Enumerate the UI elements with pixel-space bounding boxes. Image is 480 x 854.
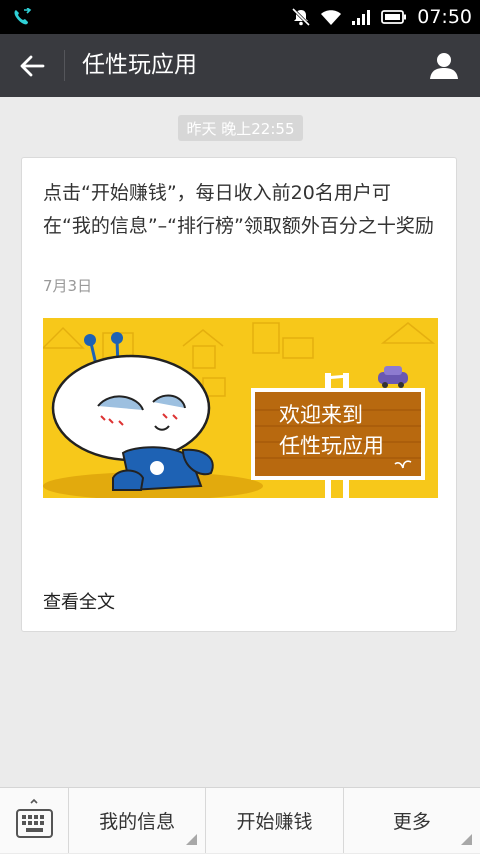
profile-button[interactable] xyxy=(426,48,462,84)
battery-icon xyxy=(381,10,407,24)
mute-icon xyxy=(292,7,311,27)
menu-more[interactable]: 更多 xyxy=(344,788,480,853)
menu-my-info-label: 我的信息 xyxy=(99,811,176,833)
menu-my-info[interactable]: 我的信息 xyxy=(69,788,207,853)
read-more-link[interactable]: 查看全文 xyxy=(43,588,115,614)
submenu-indicator-icon xyxy=(460,834,472,845)
keyboard-icon xyxy=(16,798,53,838)
article-banner-image[interactable]: 欢迎来到 任性玩应用 xyxy=(43,318,438,498)
banner-caption-line2: 任性玩应用 xyxy=(279,434,384,458)
back-arrow-icon xyxy=(20,55,45,77)
signal-icon xyxy=(352,10,371,25)
banner-caption-line1: 欢迎来到 xyxy=(279,403,363,427)
menu-more-label: 更多 xyxy=(392,811,431,833)
status-bar: 07:50 xyxy=(0,0,480,34)
message-timestamp: 昨天 晚上22:55 xyxy=(178,115,303,141)
chat-header: 任性玩应用 xyxy=(0,34,480,97)
banner-caption: 欢迎来到 任性玩应用 xyxy=(279,400,409,462)
person-icon xyxy=(430,53,458,79)
keyboard-toggle-button[interactable] xyxy=(0,788,69,853)
header-divider xyxy=(64,50,65,81)
back-button[interactable] xyxy=(14,48,50,84)
article-text: 点击“开始赚钱”，每日收入前20名用户可在“我的信息”–“排行榜”领取额外百分之… xyxy=(43,182,434,237)
phone-call-icon xyxy=(14,8,32,25)
menu-start-earning[interactable]: 开始赚钱 xyxy=(206,788,344,853)
status-clock: 07:50 xyxy=(417,6,472,28)
wifi-icon xyxy=(321,10,342,25)
page-title: 任性玩应用 xyxy=(82,52,197,78)
bottom-menu: 我的信息 开始赚钱 更多 xyxy=(0,787,480,853)
menu-start-earning-label: 开始赚钱 xyxy=(236,811,313,833)
article-card[interactable]: 点击“开始赚钱”，每日收入前20名用户可在“我的信息”–“排行榜”领取额外百分之… xyxy=(21,157,457,632)
submenu-indicator-icon xyxy=(186,834,198,845)
article-date: 7月3日 xyxy=(43,277,93,295)
